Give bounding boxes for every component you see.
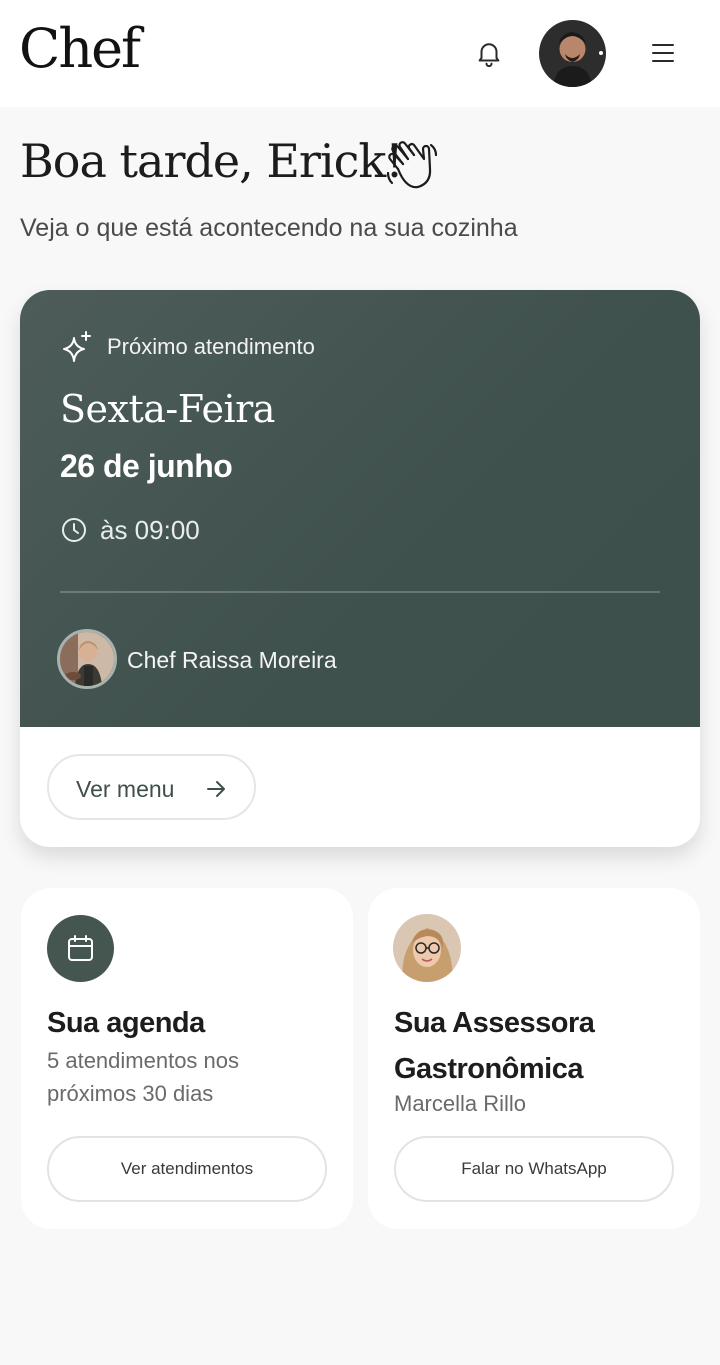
calendar-badge	[47, 915, 114, 982]
agenda-card: Sua agenda 5 atendimentos nos próximos 3…	[21, 888, 353, 1229]
view-menu-label: Ver menu	[76, 776, 175, 802]
sparkle-icon	[60, 330, 94, 364]
appointment-date: 26 de junho	[60, 448, 233, 484]
next-appointment-label: Próximo atendimento	[107, 334, 315, 359]
card-divider	[60, 591, 660, 593]
next-appointment-card: Próximo atendimento Sexta-Feira 26 de ju…	[20, 290, 700, 847]
appointment-time: às 09:00	[100, 515, 200, 545]
greeting-title: Boa tarde, Erick!	[20, 134, 404, 188]
bell-icon[interactable]	[474, 38, 504, 68]
agenda-title: Sua agenda	[47, 1007, 205, 1039]
chef-avatar	[57, 629, 117, 689]
greeting-subtitle: Veja o que está acontecendo na sua cozin…	[20, 214, 518, 242]
hamburger-menu-icon[interactable]	[648, 38, 678, 68]
advisor-name: Marcella Rillo	[394, 1091, 527, 1116]
user-avatar[interactable]	[539, 20, 606, 87]
arrow-right-icon	[205, 778, 227, 800]
view-appointments-button[interactable]: Ver atendimentos	[47, 1136, 327, 1202]
waving-hand-icon	[384, 139, 440, 191]
whatsapp-button[interactable]: Falar no WhatsApp	[394, 1136, 674, 1202]
appointment-weekday: Sexta-Feira	[60, 387, 275, 431]
clock-icon	[60, 516, 88, 544]
calendar-icon	[66, 934, 95, 963]
next-appointment-banner: Próximo atendimento Sexta-Feira 26 de ju…	[20, 290, 700, 727]
view-menu-button[interactable]: Ver menu	[47, 754, 256, 820]
app-logo[interactable]: Chef	[19, 22, 141, 76]
top-header: Chef	[0, 0, 720, 107]
chef-name: Chef Raissa Moreira	[127, 647, 337, 673]
advisor-card: Sua Assessora Gastronômica Marcella Rill…	[368, 888, 700, 1229]
advisor-avatar	[393, 914, 461, 982]
advisor-title: Sua Assessora Gastronômica	[394, 1007, 595, 1085]
agenda-description: 5 atendimentos nos próximos 30 dias	[47, 1048, 240, 1106]
